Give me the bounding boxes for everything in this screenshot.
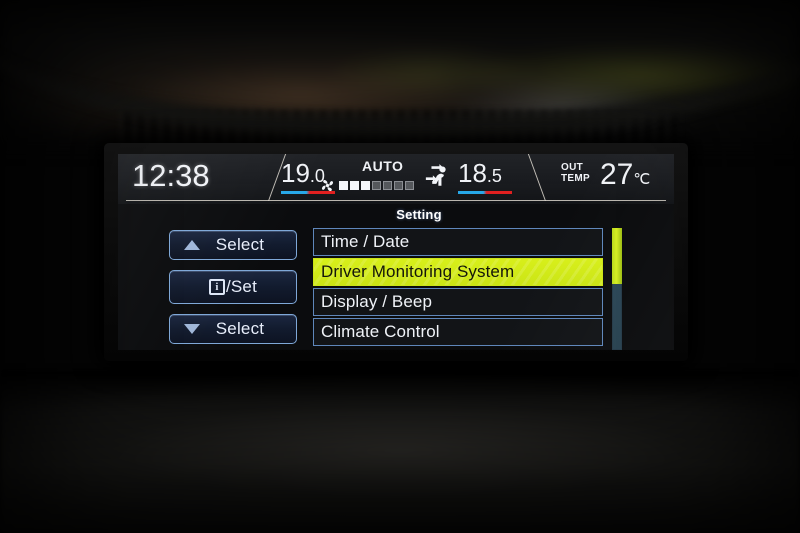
list-item[interactable]: Climate Control xyxy=(313,318,603,346)
select-down-button[interactable]: Select xyxy=(169,314,297,344)
passenger-temp-decimal: .5 xyxy=(486,166,502,186)
scrollbar-thumb[interactable] xyxy=(612,228,622,285)
up-arrow-icon xyxy=(184,240,200,250)
setting-menu-list: Time / Date Driver Monitoring System Dis… xyxy=(313,228,603,348)
fan-bar-5 xyxy=(383,181,392,190)
outside-temp-label-line1: OUT xyxy=(561,162,584,173)
airflow-face-feet-icon[interactable] xyxy=(423,162,453,190)
list-item-label: Time / Date xyxy=(321,232,410,251)
driver-temp-whole: 19 xyxy=(281,158,310,188)
down-arrow-icon xyxy=(184,324,200,334)
fan-icon xyxy=(321,179,334,192)
dashboard-lower-surface xyxy=(0,370,800,533)
fan-bar-4 xyxy=(372,181,381,190)
status-bar-underline xyxy=(126,200,666,201)
passenger-temp-whole: 18 xyxy=(458,158,487,188)
page-title: Setting xyxy=(396,207,442,222)
select-down-label: Select xyxy=(215,319,265,338)
fan-bar-3 xyxy=(361,181,370,190)
select-up-label: Select xyxy=(215,235,265,254)
outside-temp-value: 27 xyxy=(600,158,634,191)
car-interior-scene: 12:38 19.0 AUTO 18.5 OUT TEMP 27℃ Settin… xyxy=(0,0,800,533)
outside-temp-unit: ℃ xyxy=(633,171,651,188)
fan-speed-indicator[interactable] xyxy=(320,178,414,193)
outside-temp-label: OUT TEMP xyxy=(561,162,590,184)
list-item[interactable]: Time / Date xyxy=(313,228,603,256)
fan-bar-2 xyxy=(350,181,359,190)
fan-bar-1 xyxy=(339,181,348,190)
select-up-button[interactable]: Select xyxy=(169,230,297,260)
menu-scrollbar[interactable] xyxy=(612,228,622,350)
fan-bar-7 xyxy=(405,181,414,190)
mfd-screen: 12:38 19.0 AUTO 18.5 OUT TEMP 27℃ Settin… xyxy=(118,154,674,350)
auto-mode-label: AUTO xyxy=(362,158,404,174)
clock: 12:38 xyxy=(132,158,210,193)
list-item[interactable]: Driver Monitoring System xyxy=(313,258,603,286)
fan-bar-6 xyxy=(394,181,403,190)
display-bezel: 12:38 19.0 AUTO 18.5 OUT TEMP 27℃ Settin… xyxy=(104,143,688,361)
menu-body: Setting Select i /Set Select Time / Date… xyxy=(118,204,674,350)
list-item-label: Driver Monitoring System xyxy=(321,262,515,281)
set-label: /Set xyxy=(225,277,258,296)
info-set-button[interactable]: i /Set xyxy=(169,270,297,304)
info-icon: i xyxy=(208,279,225,295)
list-item[interactable]: Display / Beep xyxy=(313,288,603,316)
outside-temp-value-group: 27℃ xyxy=(600,160,650,195)
climate-status-bar: 12:38 19.0 AUTO 18.5 OUT TEMP 27℃ xyxy=(118,154,674,204)
list-item-label: Climate Control xyxy=(321,322,440,341)
soft-button-column: Select i /Set Select xyxy=(169,230,297,350)
list-item-label: Display / Beep xyxy=(321,292,433,311)
outside-temp-label-line2: TEMP xyxy=(561,173,590,184)
passenger-temp-gradient-bar xyxy=(458,191,512,194)
passenger-temperature[interactable]: 18.5 xyxy=(458,160,512,194)
divider-slash-right xyxy=(526,154,546,201)
